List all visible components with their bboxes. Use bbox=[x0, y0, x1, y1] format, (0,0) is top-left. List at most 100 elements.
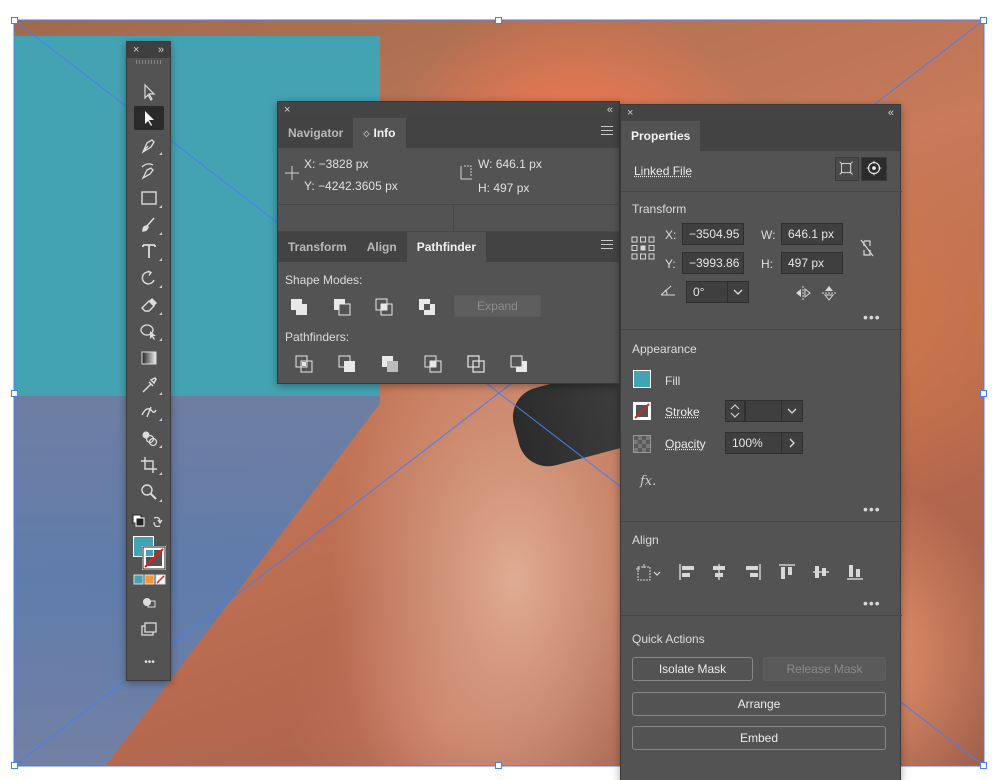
unite-icon[interactable] bbox=[289, 297, 309, 317]
color-mode-icons[interactable] bbox=[133, 574, 167, 585]
minus-front-icon[interactable] bbox=[332, 297, 352, 317]
constrain-proportions-icon[interactable] bbox=[859, 238, 875, 258]
rotate-tool-icon[interactable] bbox=[134, 266, 164, 290]
isolate-mask-button[interactable]: Isolate Mask bbox=[632, 657, 753, 681]
stroke-swatch-none-icon[interactable] bbox=[142, 546, 166, 570]
outline-icon[interactable] bbox=[466, 354, 486, 374]
paintbrush-tool-icon[interactable] bbox=[134, 213, 164, 237]
edit-original-button[interactable] bbox=[835, 157, 859, 181]
align-bottom-icon[interactable] bbox=[845, 562, 865, 582]
flip-vertical-icon[interactable] bbox=[821, 284, 837, 302]
selection-handle-bottom-right[interactable] bbox=[980, 762, 987, 769]
merge-icon[interactable] bbox=[380, 354, 400, 374]
divider bbox=[621, 329, 902, 330]
opacity-slider-button[interactable] bbox=[781, 432, 803, 454]
target-icon bbox=[866, 160, 882, 176]
stroke-none-swatch-icon[interactable] bbox=[633, 402, 651, 420]
zoom-tool-icon[interactable] bbox=[134, 480, 164, 504]
eyedropper-tool-icon[interactable] bbox=[134, 373, 164, 397]
select-mode-button[interactable] bbox=[861, 157, 887, 181]
direct-selection-tool-icon[interactable] bbox=[134, 80, 164, 104]
collapse-icon[interactable]: « bbox=[888, 107, 894, 119]
exclude-icon[interactable] bbox=[417, 297, 437, 317]
selection-handle-bottom[interactable] bbox=[495, 762, 502, 769]
opacity-checkerboard-icon bbox=[633, 435, 651, 453]
stroke-link[interactable]: Stroke bbox=[665, 405, 700, 419]
linked-file-link[interactable]: Linked File bbox=[634, 164, 692, 178]
sort-arrows-icon: ◇ bbox=[363, 128, 370, 138]
eraser-tool-icon[interactable] bbox=[134, 293, 164, 317]
align-top-icon[interactable] bbox=[777, 562, 797, 582]
selection-tool-icon[interactable] bbox=[134, 106, 164, 130]
trim-icon[interactable] bbox=[337, 354, 357, 374]
align-vertical-center-icon[interactable] bbox=[811, 562, 831, 582]
reference-point-icon[interactable] bbox=[631, 236, 655, 260]
selection-handle-left[interactable] bbox=[11, 390, 18, 397]
close-icon[interactable]: × bbox=[133, 44, 139, 56]
pen-tool-icon[interactable] bbox=[134, 133, 164, 157]
more-tools-button[interactable]: ••• bbox=[127, 657, 172, 668]
symbol-sprayer-tool-icon[interactable] bbox=[134, 426, 164, 450]
close-icon[interactable]: × bbox=[284, 104, 290, 116]
stroke-weight-dropdown[interactable] bbox=[781, 400, 803, 422]
release-mask-button[interactable]: Release Mask bbox=[763, 657, 886, 681]
tab-info[interactable]: ◇ Info bbox=[353, 118, 406, 148]
collapse-icon[interactable]: » bbox=[158, 44, 164, 56]
fill-label: Fill bbox=[665, 374, 681, 388]
rotation-angle-field[interactable]: 0° bbox=[686, 281, 730, 303]
align-to-selection-icon[interactable] bbox=[635, 563, 663, 583]
close-icon[interactable]: × bbox=[627, 107, 633, 119]
rectangle-tool-icon[interactable] bbox=[134, 186, 164, 210]
panel-menu-icon[interactable] bbox=[601, 240, 613, 252]
artboard-tool-icon[interactable] bbox=[134, 453, 164, 477]
align-left-icon[interactable] bbox=[677, 562, 697, 582]
tab-properties[interactable]: Properties bbox=[621, 121, 701, 151]
curvature-tool-icon[interactable] bbox=[134, 159, 164, 183]
embed-button[interactable]: Embed bbox=[632, 726, 886, 750]
minus-back-icon[interactable] bbox=[509, 354, 529, 374]
selection-handle-top[interactable] bbox=[495, 17, 502, 24]
flip-horizontal-icon[interactable] bbox=[794, 285, 812, 301]
align-right-icon[interactable] bbox=[743, 562, 763, 582]
stroke-weight-field[interactable] bbox=[745, 400, 783, 422]
type-tool-icon[interactable] bbox=[134, 239, 164, 263]
divide-icon[interactable] bbox=[294, 354, 314, 374]
rotation-dropdown-button[interactable] bbox=[727, 281, 749, 303]
shape-builder-tool-icon[interactable] bbox=[134, 319, 164, 343]
intersect-icon[interactable] bbox=[374, 297, 394, 317]
height-field[interactable]: 497 px bbox=[781, 252, 843, 274]
tab-align[interactable]: Align bbox=[357, 232, 407, 262]
width-field[interactable]: 646.1 px bbox=[781, 223, 843, 245]
panel-grip[interactable] bbox=[136, 60, 161, 64]
y-position-field[interactable]: −3993.86 bbox=[682, 252, 744, 274]
fill-color-swatch[interactable] bbox=[633, 370, 651, 388]
collapse-icon[interactable]: « bbox=[607, 104, 613, 116]
tab-pathfinder[interactable]: Pathfinder bbox=[406, 232, 487, 262]
x-position-field[interactable]: −3504.95 bbox=[682, 223, 744, 245]
panel-menu-icon[interactable] bbox=[601, 126, 613, 138]
draw-mode-icon[interactable] bbox=[134, 590, 164, 614]
align-horizontal-center-icon[interactable] bbox=[709, 562, 729, 582]
crop-icon[interactable] bbox=[423, 354, 443, 374]
selection-handle-bottom-left[interactable] bbox=[11, 762, 18, 769]
default-fill-stroke-icon[interactable] bbox=[132, 514, 166, 530]
screen-mode-icon[interactable] bbox=[134, 617, 164, 641]
tab-info-label: Info bbox=[373, 126, 396, 140]
tab-transform[interactable]: Transform bbox=[278, 232, 357, 262]
expand-button[interactable]: Expand bbox=[454, 295, 541, 317]
blend-tool-icon[interactable] bbox=[134, 399, 164, 423]
stroke-weight-stepper[interactable] bbox=[725, 400, 745, 422]
more-align-options-button[interactable]: ••• bbox=[863, 595, 881, 611]
tab-navigator[interactable]: Navigator bbox=[278, 118, 353, 148]
selection-handle-right[interactable] bbox=[980, 390, 987, 397]
selection-handle-top-right[interactable] bbox=[980, 17, 987, 24]
arrange-button[interactable]: Arrange bbox=[632, 692, 886, 716]
more-transform-options-button[interactable]: ••• bbox=[863, 309, 881, 325]
selection-handle-top-left[interactable] bbox=[11, 17, 18, 24]
fx-effects-button[interactable]: fx. bbox=[640, 474, 656, 489]
opacity-field[interactable]: 100% bbox=[725, 432, 783, 454]
more-appearance-options-button[interactable]: ••• bbox=[863, 501, 881, 517]
opacity-link[interactable]: Opacity bbox=[665, 437, 706, 451]
divider bbox=[621, 191, 902, 192]
gradient-tool-icon[interactable] bbox=[134, 346, 164, 370]
